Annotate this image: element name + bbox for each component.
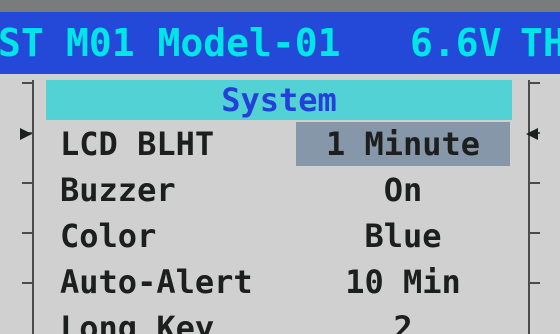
menu-row-value[interactable]: Blue xyxy=(296,214,510,258)
menu-row-value-selected[interactable]: 1 Minute xyxy=(296,122,510,166)
menu-row-color[interactable]: Color Blue xyxy=(46,214,512,258)
menu-row-value[interactable]: On xyxy=(296,168,510,212)
steering-label: ST xyxy=(0,21,44,65)
menu-row-label: Auto-Alert xyxy=(60,263,253,301)
lcd-screen: ST M01 Model-01 6.6V TH System LCD BLHT … xyxy=(0,0,560,334)
menu-row-value[interactable]: 10 Min xyxy=(296,260,510,304)
menu-title: System xyxy=(46,80,512,120)
bezel-top xyxy=(0,0,560,12)
trim-pointer-right-icon xyxy=(20,128,32,140)
menu-row-auto-alert[interactable]: Auto-Alert 10 Min xyxy=(46,260,512,304)
trim-tick xyxy=(530,82,540,84)
menu-row-label: Color xyxy=(60,217,157,255)
menu-row-label: LCD BLHT xyxy=(60,125,215,163)
menu-row-lcd-blht[interactable]: LCD BLHT 1 Minute xyxy=(46,122,512,166)
menu-row-label: Long Key xyxy=(60,309,215,334)
steering-trim-bar xyxy=(18,80,34,334)
menu-row-long-key[interactable]: Long Key 2 xyxy=(46,306,512,334)
menu-row-label: Buzzer xyxy=(60,171,176,209)
model-name[interactable]: M01 Model-01 xyxy=(66,12,341,74)
trim-tick xyxy=(530,182,540,184)
trim-tick xyxy=(22,232,32,234)
trim-tick xyxy=(530,282,540,284)
menu-row-buzzer[interactable]: Buzzer On xyxy=(46,168,512,212)
trim-tick xyxy=(22,282,32,284)
trim-pointer-left-icon xyxy=(526,128,538,140)
menu-row-value[interactable]: 2 xyxy=(296,306,510,334)
trim-tick xyxy=(22,82,32,84)
battery-voltage: 6.6V xyxy=(410,21,502,65)
trim-tick xyxy=(22,182,32,184)
status-header: ST M01 Model-01 6.6V TH xyxy=(0,12,560,74)
throttle-trim-bar xyxy=(528,80,544,334)
throttle-label: TH xyxy=(520,21,560,65)
trim-tick xyxy=(530,232,540,234)
system-menu: System LCD BLHT 1 Minute Buzzer On Color… xyxy=(46,74,512,334)
